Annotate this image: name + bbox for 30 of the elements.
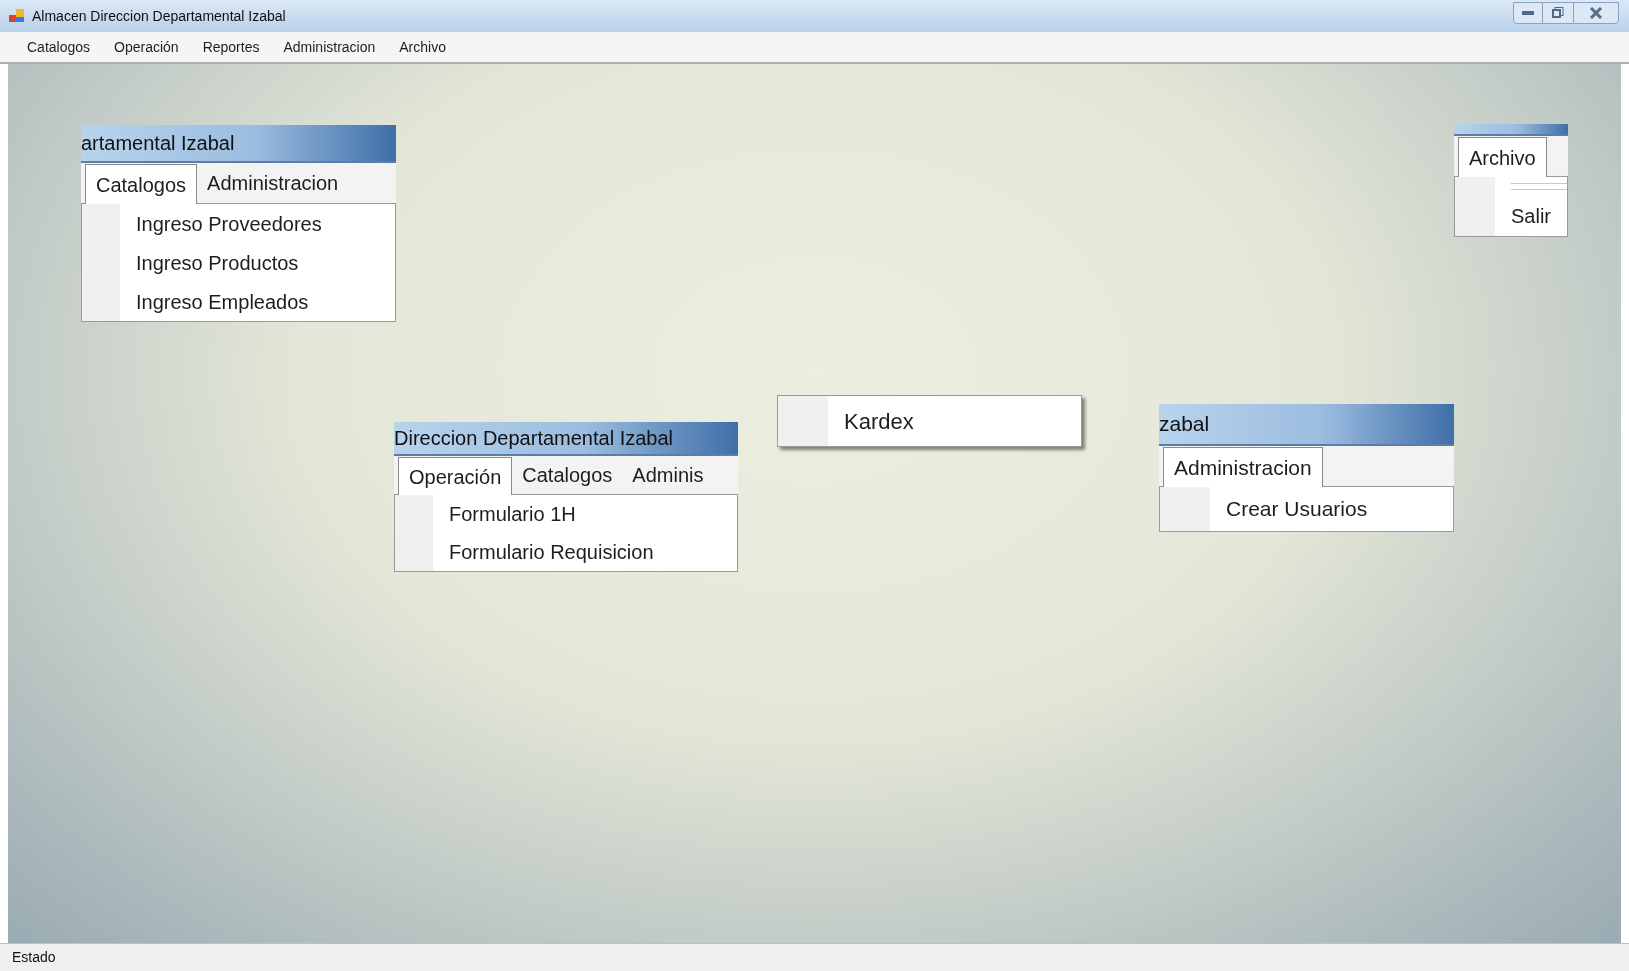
menu-tab[interactable]: Catalogos [512,456,623,494]
window-title: artamental Izabal [81,131,235,156]
menu-item[interactable]: Ingreso Productos [120,243,395,282]
menu-tab[interactable]: Archivo [1458,137,1547,177]
menu-tab[interactable]: Catalogos [85,164,198,204]
menu-tab[interactable]: Adminis [622,456,714,494]
window-title: Almacen Direccion Departamental Izabal [32,6,286,26]
minimize-icon [1522,11,1534,15]
menu-item[interactable]: Archivo [390,36,455,58]
close-icon [1589,7,1603,19]
menu-tab[interactable]: Operación [398,457,513,495]
app-icon [8,7,26,25]
menu-item[interactable]: Ingreso Proveedores [120,204,395,243]
restore-icon [1552,7,1564,19]
menu-item[interactable]: Administracion [274,36,385,58]
status-text: Estado [12,948,56,967]
minimize-button[interactable] [1513,2,1543,24]
menu-item[interactable]: Reportes [193,36,269,58]
maximize-button[interactable] [1543,2,1573,24]
window-title: zabal [1159,411,1210,438]
menu-gutter [778,396,828,446]
window-title: Direccion Departamental Izabal [394,426,674,451]
menu-tab[interactable]: Administracion [197,163,349,203]
menu-item[interactable]: Operación [105,36,188,58]
menu-item[interactable]: Formulario Requisicion [433,533,737,571]
menu-item[interactable]: Ingreso Empleados [120,282,395,321]
close-button[interactable] [1573,2,1619,24]
menu-item[interactable]: Catalogos [18,36,100,58]
menu-tab[interactable]: Administracion [1163,447,1323,487]
menu-item[interactable]: Formulario 1H [433,495,737,533]
